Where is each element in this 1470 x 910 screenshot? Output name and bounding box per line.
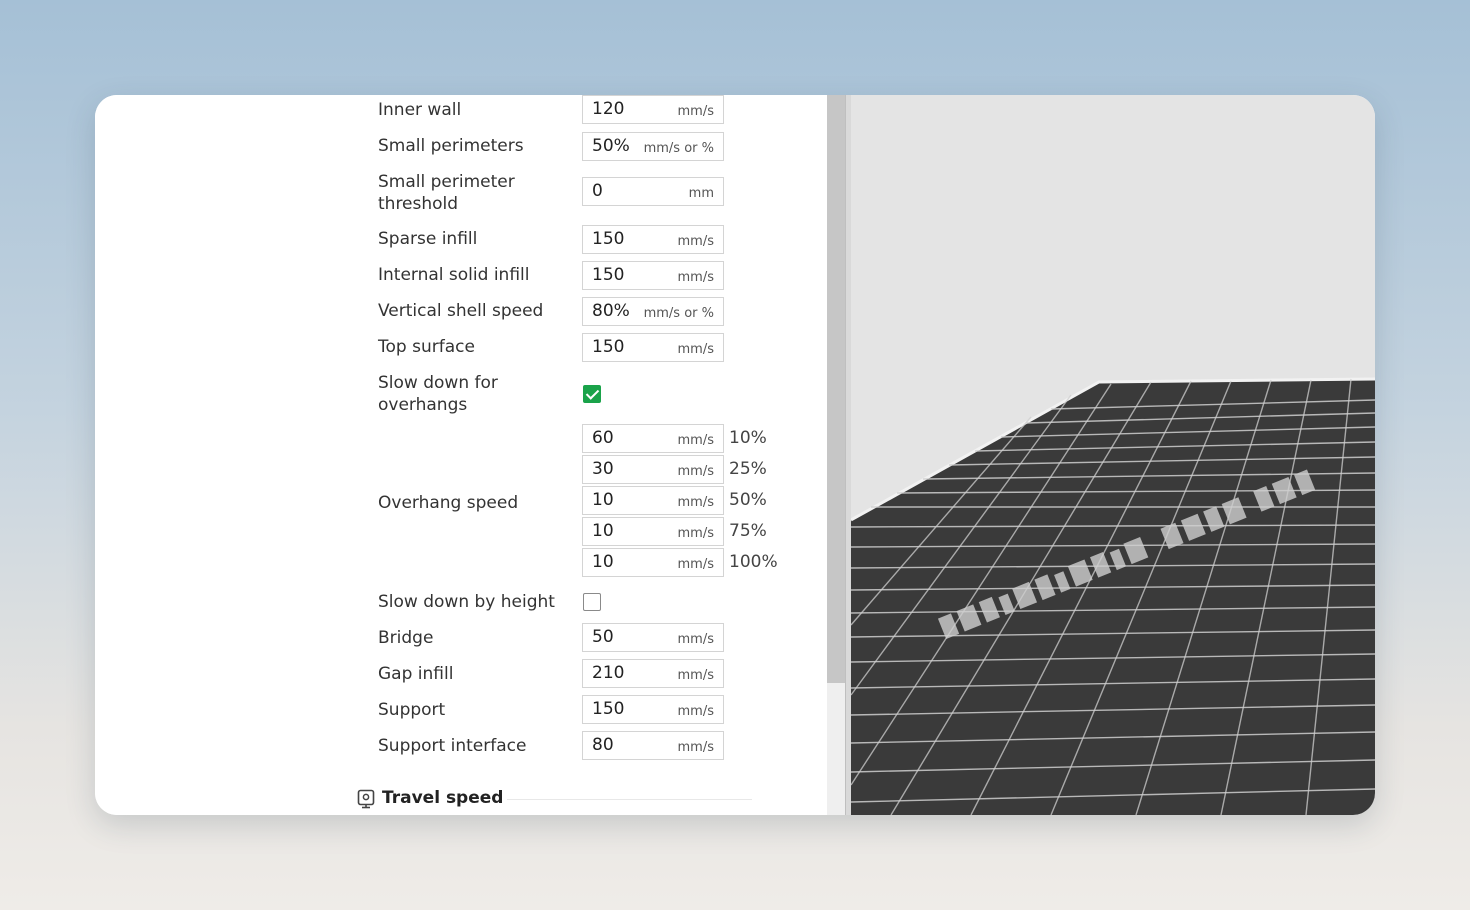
field-unit: mm/s <box>677 526 714 541</box>
field-unit: mm/s <box>677 740 714 755</box>
setting-label: Bridge <box>378 628 434 648</box>
setting-label: Vertical shell speed <box>378 301 544 321</box>
field-value: 150 <box>592 265 625 285</box>
overhang-speed-50-input[interactable]: 10 mm/s <box>582 486 724 515</box>
section-title: Travel speed <box>382 788 504 808</box>
field-unit: mm/s <box>677 557 714 572</box>
setting-label: Internal solid infill <box>378 265 530 285</box>
setting-label: Slow down for overhangs <box>378 373 498 415</box>
setting-label: Top surface <box>378 337 475 357</box>
field-value: 30 <box>592 459 614 479</box>
overhang-percent-label: 75% <box>729 521 767 541</box>
field-value: 50% <box>592 136 630 156</box>
field-value: 150 <box>592 229 625 249</box>
overhang-percent-label: 50% <box>729 490 767 510</box>
scrollbar-thumb[interactable] <box>827 95 845 683</box>
inner-wall-speed-input[interactable]: 120 mm/s <box>582 95 724 124</box>
support-interface-speed-input[interactable]: 80 mm/s <box>582 731 724 760</box>
slow-down-by-height-checkbox[interactable] <box>583 593 601 611</box>
overhang-percent-label: 10% <box>729 428 767 448</box>
field-unit: mm/s or % <box>643 306 714 321</box>
vertical-shell-speed-input[interactable]: 80% mm/s or % <box>582 297 724 326</box>
sparse-infill-speed-input[interactable]: 150 mm/s <box>582 225 724 254</box>
field-unit: mm/s <box>677 632 714 647</box>
field-unit: mm/s <box>677 342 714 357</box>
field-value: 60 <box>592 428 614 448</box>
field-unit: mm/s <box>677 704 714 719</box>
overhang-speed-75-input[interactable]: 10 mm/s <box>582 517 724 546</box>
field-unit: mm/s or % <box>643 141 714 156</box>
field-value: 210 <box>592 663 625 683</box>
gap-infill-speed-input[interactable]: 210 mm/s <box>582 659 724 688</box>
field-unit: mm/s <box>677 495 714 510</box>
speed-settings-panel: Inner wall 120 mm/s Small perimeters 50%… <box>95 95 923 815</box>
travel-speed-section-header[interactable]: Travel speed <box>357 787 757 813</box>
setting-label: Inner wall <box>378 100 462 120</box>
field-unit: mm/s <box>677 464 714 479</box>
field-unit: mm/s <box>677 234 714 249</box>
field-value: 10 <box>592 521 614 541</box>
section-divider <box>507 799 752 800</box>
overhang-speed-10-input[interactable]: 60 mm/s <box>582 424 724 453</box>
internal-solid-infill-speed-input[interactable]: 150 mm/s <box>582 261 724 290</box>
3d-viewport[interactable] <box>851 95 1375 815</box>
setting-label: Sparse infill <box>378 229 478 249</box>
field-value: 120 <box>592 99 625 119</box>
slow-down-overhangs-checkbox[interactable] <box>583 385 601 403</box>
overhang-percent-label: 100% <box>729 552 778 572</box>
overhang-speed-25-input[interactable]: 30 mm/s <box>582 455 724 484</box>
field-unit: mm/s <box>677 668 714 683</box>
setting-label: Support <box>378 700 446 720</box>
settings-scrollbar[interactable] <box>827 95 845 815</box>
field-unit: mm/s <box>677 433 714 448</box>
field-value: 150 <box>592 337 625 357</box>
field-value: 80% <box>592 301 630 321</box>
setting-label: Overhang speed <box>378 493 519 513</box>
top-surface-speed-input[interactable]: 150 mm/s <box>582 333 724 362</box>
field-unit: mm/s <box>677 104 714 119</box>
field-unit: mm <box>688 186 714 201</box>
small-perimeters-speed-input[interactable]: 50% mm/s or % <box>582 132 724 161</box>
setting-label: Support interface <box>378 736 527 756</box>
setting-label: Slow down by height <box>378 592 555 612</box>
overhang-percent-label: 25% <box>729 459 767 479</box>
setting-label: Small perimeter threshold <box>378 172 515 214</box>
bridge-speed-input[interactable]: 50 mm/s <box>582 623 724 652</box>
support-speed-input[interactable]: 150 mm/s <box>582 695 724 724</box>
small-perimeter-threshold-input[interactable]: 0 mm <box>582 177 724 206</box>
setting-label: Small perimeters <box>378 136 524 156</box>
build-plate-icon <box>851 377 1375 815</box>
field-unit: mm/s <box>677 270 714 285</box>
field-value: 10 <box>592 490 614 510</box>
travel-speed-icon <box>357 789 375 809</box>
field-value: 80 <box>592 735 614 755</box>
field-value: 50 <box>592 627 614 647</box>
field-value: 150 <box>592 699 625 719</box>
overhang-speed-100-input[interactable]: 10 mm/s <box>582 548 724 577</box>
setting-label: Gap infill <box>378 664 454 684</box>
app-window: Inner wall 120 mm/s Small perimeters 50%… <box>95 95 1375 815</box>
field-value: 10 <box>592 552 614 572</box>
field-value: 0 <box>592 181 603 201</box>
